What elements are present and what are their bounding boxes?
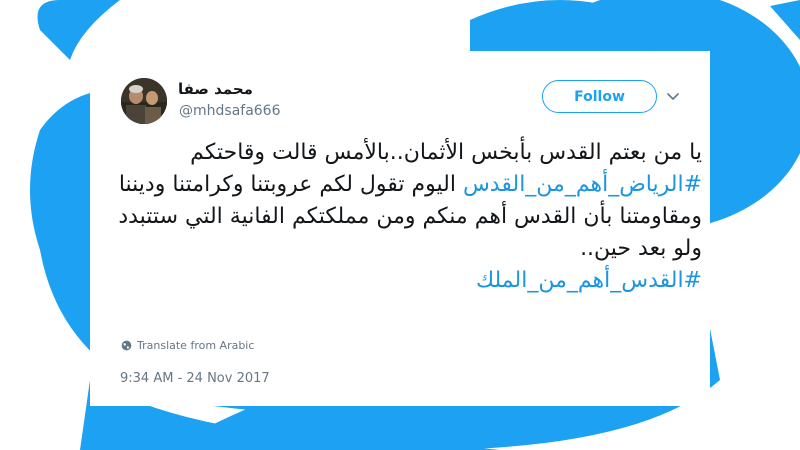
translate-link[interactable]: Translate from Arabic (121, 339, 254, 352)
globe-icon (121, 340, 132, 351)
avatar-photo (121, 78, 167, 124)
hashtag-link[interactable]: #القدس_أهم_من_الملك (476, 268, 702, 293)
hashtag-link[interactable]: #الرياض_أهم_من_القدس (463, 172, 702, 197)
tweet-menu-button[interactable] (664, 88, 682, 106)
author-display-name[interactable]: محمد صفا (178, 80, 253, 98)
tweet-timestamp[interactable]: 9:34 AM - 24 Nov 2017 (120, 371, 270, 386)
tweet-card: محمد صفا @mhdsafa666 Follow يا من بعتم ا… (90, 51, 710, 406)
tweet-closing-line: #القدس_أهم_من_الملك (110, 265, 702, 297)
tweet-body-paragraph: يا من بعتم القدس بأبخس الأثمان..بالأمس ق… (110, 137, 702, 265)
translate-label: Translate from Arabic (137, 339, 255, 352)
tweet-text: يا من بعتم القدس بأبخس الأثمان..بالأمس ق… (110, 137, 702, 297)
follow-button[interactable]: Follow (542, 80, 657, 113)
chevron-down-icon (667, 93, 679, 100)
tweet-text-segment: يا من بعتم القدس بأبخس الأثمان..بالأمس ق… (190, 140, 702, 165)
author-handle[interactable]: @mhdsafa666 (179, 103, 281, 119)
avatar[interactable] (121, 78, 167, 124)
